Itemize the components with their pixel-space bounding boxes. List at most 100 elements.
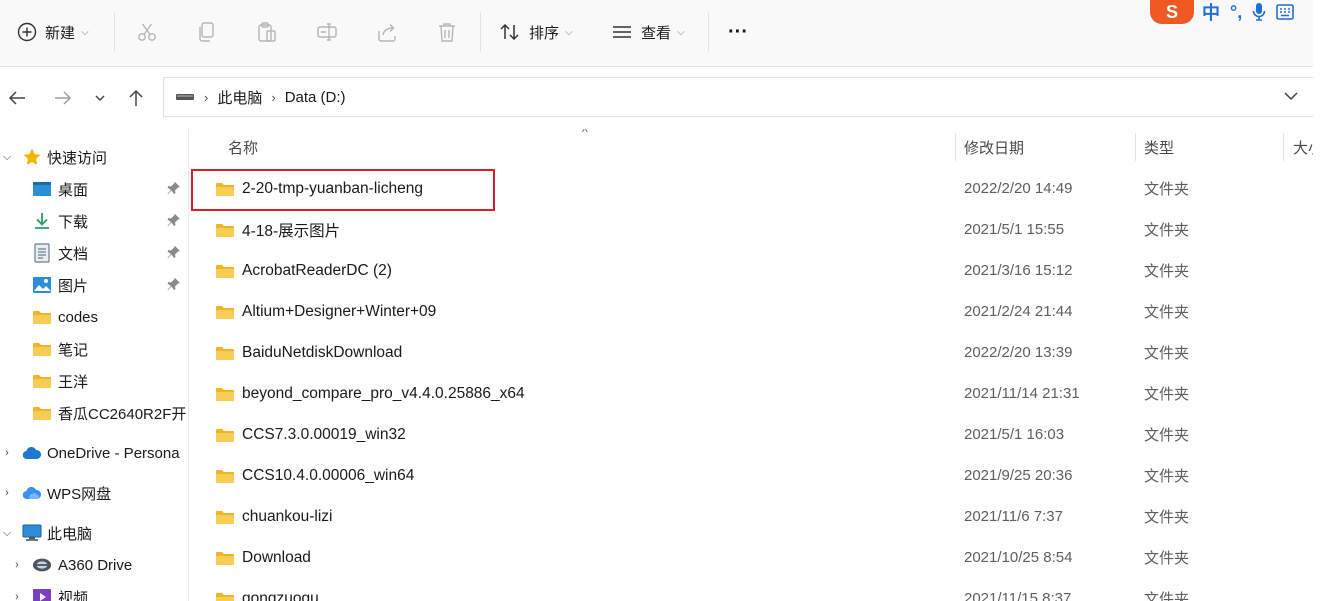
address-bar[interactable]: › 此电脑 › Data (D:)	[163, 77, 1313, 117]
drive-icon	[176, 94, 194, 100]
breadcrumb-data-drive[interactable]: Data (D:)	[285, 89, 346, 106]
column-header-type[interactable]: 类型	[1144, 129, 1174, 165]
ime-toolbar[interactable]: S 中 °,	[1150, 0, 1314, 24]
sidebar-item-downloads[interactable]: 下载	[32, 207, 88, 235]
column-divider[interactable]	[1283, 133, 1284, 161]
file-name: gongzuogu	[242, 589, 319, 601]
file-type: 文件夹	[1144, 386, 1190, 403]
sidebar-item-this-pc[interactable]: ⌵ 此电脑	[3, 519, 92, 547]
navigation-pane: ⌵ 快速访问 桌面 下载 文档 图片 codes 笔记 王洋 香瓜CC2640R…	[0, 129, 188, 601]
folder-icon	[32, 403, 52, 423]
file-name-cell[interactable]: gongzuogu	[215, 578, 319, 601]
address-history-button[interactable]	[1283, 88, 1299, 105]
pin-icon[interactable]	[167, 245, 181, 263]
file-name-cell[interactable]: AcrobatReaderDC (2)	[215, 250, 392, 291]
file-name-cell[interactable]: 4-18-展示图片	[215, 209, 340, 250]
sidebar-item-codes[interactable]: codes	[32, 303, 98, 331]
file-name: BaiduNetdiskDownload	[242, 343, 403, 361]
file-name-cell[interactable]: CCS7.3.0.00019_win32	[215, 414, 406, 455]
cut-button[interactable]	[136, 16, 158, 48]
chevron-down-icon[interactable]: ⌵	[0, 527, 14, 540]
column-header-size[interactable]: 大小	[1293, 129, 1313, 165]
sidebar-item-desktop[interactable]: 桌面	[32, 175, 88, 203]
forward-button[interactable]	[52, 87, 74, 109]
microphone-icon[interactable]	[1252, 2, 1266, 22]
file-date: 2021/9/25 20:36	[964, 467, 1073, 484]
sidebar-item-wangyang[interactable]: 王洋	[32, 367, 88, 395]
chevron-right-icon[interactable]: ›	[10, 591, 24, 601]
folder-icon	[215, 222, 235, 238]
table-row[interactable]: AcrobatReaderDC (2) 2021/3/16 15:12 文件夹	[189, 250, 1313, 291]
chevron-right-icon[interactable]: ›	[0, 447, 14, 459]
column-header-name[interactable]: 名称	[228, 129, 258, 165]
column-header-date[interactable]: 修改日期	[964, 129, 1024, 165]
sidebar-item-label: 香瓜CC2640R2F开	[58, 405, 187, 423]
table-row[interactable]: beyond_compare_pro_v4.4.0.25886_x64 2021/…	[189, 373, 1313, 414]
file-name-cell[interactable]: Download	[215, 537, 311, 578]
file-type: 文件夹	[1144, 222, 1190, 239]
file-type: 文件夹	[1144, 345, 1190, 362]
file-date: 2022/2/20 13:39	[964, 344, 1073, 361]
sidebar-item-wps-cloud[interactable]: › WPS网盘	[5, 479, 111, 507]
up-button[interactable]	[125, 87, 147, 109]
chevron-right-icon[interactable]: ›	[0, 487, 14, 499]
pin-icon[interactable]	[167, 181, 181, 199]
chevron-down-icon: ⌵	[565, 26, 573, 38]
sort-button[interactable]: 排序 ⌵	[499, 16, 573, 48]
file-date: 2021/10/25 8:54	[964, 549, 1073, 566]
chevron-right-icon[interactable]: ›	[10, 559, 24, 571]
back-button[interactable]	[6, 87, 28, 109]
table-row[interactable]: chuankou-lizi 2021/11/6 7:37 文件夹	[189, 496, 1313, 537]
ime-punctuation-indicator[interactable]: °,	[1230, 2, 1242, 23]
more-options-button[interactable]: ···	[728, 16, 748, 48]
chevron-down-icon[interactable]: ⌵	[0, 151, 14, 164]
breadcrumb-chevron-icon[interactable]: ›	[271, 90, 275, 105]
table-row[interactable]: CCS7.3.0.00019_win32 2021/5/1 16:03 文件夹	[189, 414, 1313, 455]
rename-button[interactable]	[316, 16, 338, 48]
column-divider[interactable]	[1135, 133, 1136, 161]
file-name-cell[interactable]: Altium+Designer+Winter+09	[215, 291, 436, 332]
table-row[interactable]: Altium+Designer+Winter+09 2021/2/24 21:44…	[189, 291, 1313, 332]
sidebar-item-a360-drive[interactable]: › A360 Drive	[15, 551, 132, 579]
sidebar-item-onedrive[interactable]: › OneDrive - Persona	[5, 439, 188, 467]
toolbar-divider	[708, 12, 709, 52]
sidebar-item-pictures[interactable]: 图片	[32, 271, 88, 299]
breadcrumb-chevron-icon[interactable]: ›	[204, 90, 208, 105]
new-button[interactable]: 新建 ⌵	[17, 16, 89, 48]
sidebar-item-documents[interactable]: 文档	[32, 239, 88, 267]
file-name-cell[interactable]: CCS10.4.0.00006_win64	[215, 455, 414, 496]
table-row[interactable]: 4-18-展示图片 2021/5/1 15:55 文件夹	[189, 209, 1313, 250]
file-name-cell[interactable]: beyond_compare_pro_v4.4.0.25886_x64	[215, 373, 525, 414]
sidebar-item-cc2640[interactable]: 香瓜CC2640R2F开	[32, 399, 188, 427]
ime-language-indicator[interactable]: 中	[1202, 0, 1220, 25]
file-name-cell[interactable]: chuankou-lizi	[215, 496, 332, 537]
keyboard-icon[interactable]	[1276, 3, 1295, 21]
table-row[interactable]: gongzuogu 2021/11/15 8:37 文件夹	[189, 578, 1313, 601]
file-type: 文件夹	[1144, 550, 1190, 567]
copy-button[interactable]	[197, 16, 217, 48]
file-type: 文件夹	[1144, 427, 1190, 444]
file-name-cell[interactable]: BaiduNetdiskDownload	[215, 332, 402, 373]
recent-locations-button[interactable]	[89, 87, 111, 109]
folder-icon	[215, 345, 235, 361]
folder-icon	[215, 386, 235, 402]
view-button[interactable]: 查看 ⌵	[611, 16, 685, 48]
file-date: 2021/5/1 16:03	[964, 426, 1065, 443]
clipboard-icon	[258, 22, 276, 42]
pin-icon[interactable]	[167, 213, 181, 231]
sidebar-item-quick-access[interactable]: ⌵ 快速访问	[3, 143, 107, 171]
table-row[interactable]: CCS10.4.0.00006_win64 2021/9/25 20:36 文件夹	[189, 455, 1313, 496]
breadcrumb-this-pc[interactable]: 此电脑	[217, 87, 262, 108]
delete-button[interactable]	[437, 16, 457, 48]
table-row[interactable]: Download 2021/10/25 8:54 文件夹	[189, 537, 1313, 578]
file-name: chuankou-lizi	[242, 507, 333, 525]
sidebar-item-videos[interactable]: › 视频	[15, 583, 88, 601]
download-icon	[32, 211, 52, 231]
share-button[interactable]	[376, 16, 398, 48]
table-row[interactable]: BaiduNetdiskDownload 2022/2/20 13:39 文件夹	[189, 332, 1313, 373]
pin-icon[interactable]	[167, 277, 181, 295]
paste-button[interactable]	[256, 16, 278, 48]
column-divider[interactable]	[955, 133, 956, 161]
share-icon	[378, 24, 396, 42]
sidebar-item-notes[interactable]: 笔记	[32, 335, 88, 363]
